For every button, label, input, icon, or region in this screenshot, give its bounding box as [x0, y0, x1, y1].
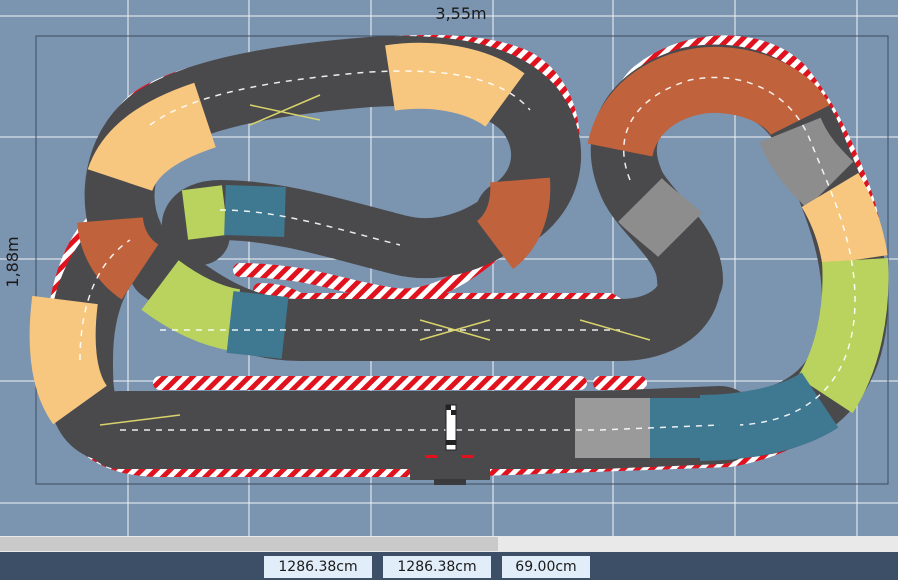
x-coordinate-readout: 1286.38cm: [264, 556, 372, 578]
y-coordinate-readout: 1286.38cm: [383, 556, 491, 578]
z-height-readout: 69.00cm: [502, 556, 590, 578]
height-dimension-label: 1,88m: [3, 236, 22, 287]
powerbase-connector[interactable]: [410, 468, 490, 485]
track-layout-drawing[interactable]: 3,55m 1,88m: [0, 0, 898, 536]
width-dimension-label: 3,55m: [435, 4, 486, 23]
scrollbar-thumb[interactable]: [0, 537, 498, 551]
track-design-canvas[interactable]: 3,55m 1,88m: [0, 0, 898, 536]
